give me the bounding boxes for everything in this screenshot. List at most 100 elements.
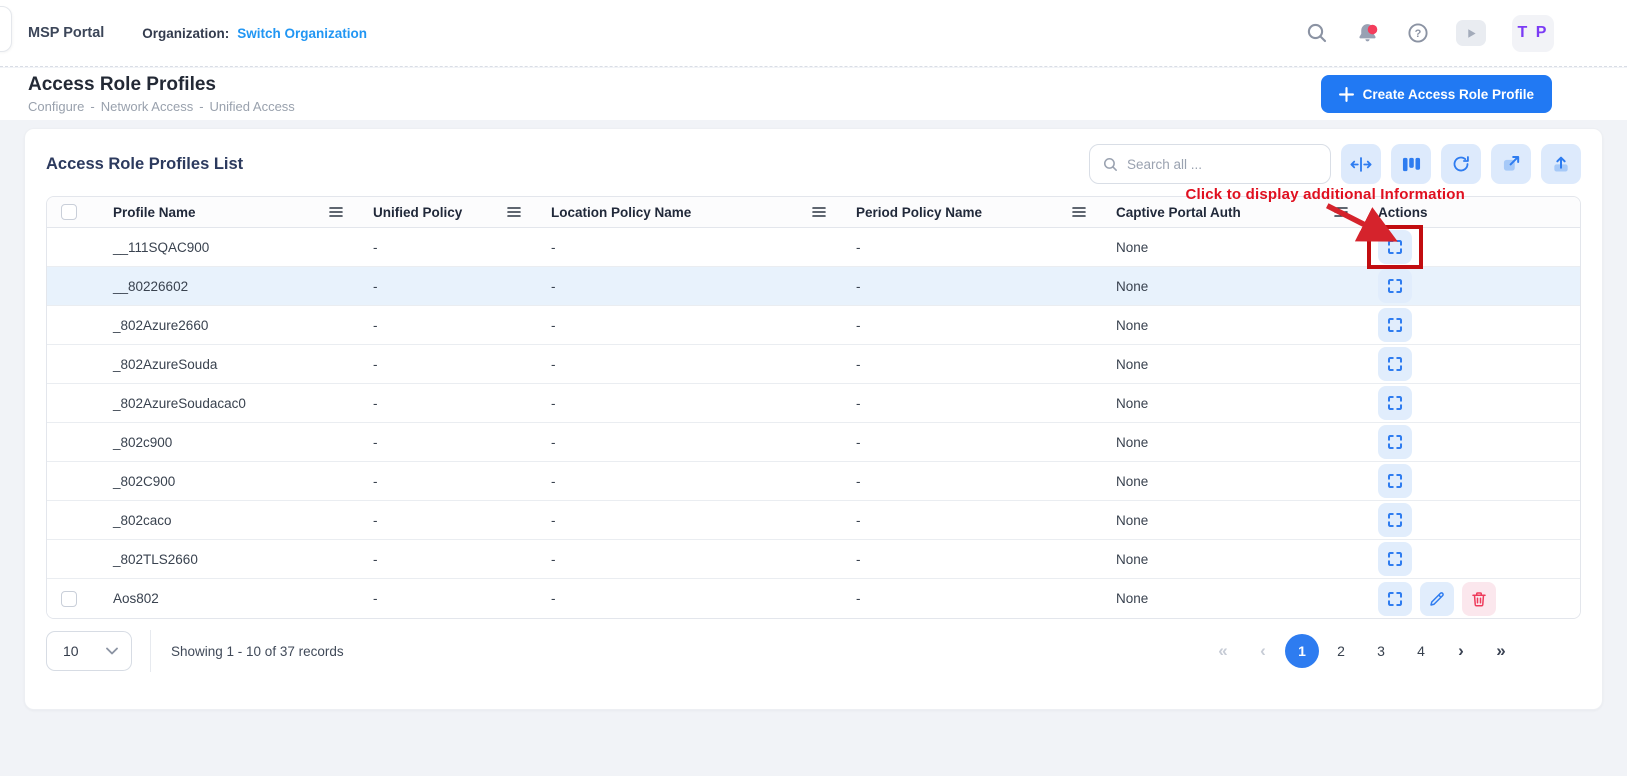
search-input-icon [1102,156,1119,173]
expand-icon [1386,316,1404,334]
row-checkbox[interactable] [61,591,77,607]
table-row[interactable]: _802TLS2660---None [47,540,1580,579]
column-menu-icon[interactable] [507,206,521,218]
export-button[interactable] [1541,144,1581,184]
first-page-button[interactable]: « [1205,633,1241,669]
select-all-checkbox[interactable] [61,204,77,220]
cell-period-policy-name: - [840,384,1100,423]
cell-actions [1362,579,1580,618]
page-button-2[interactable]: 2 [1323,633,1359,669]
page-button-4[interactable]: 4 [1403,633,1439,669]
tour-play-button[interactable] [1456,20,1486,46]
cell-actions [1362,306,1580,345]
search-box[interactable] [1089,144,1331,184]
columns-button[interactable] [1391,144,1431,184]
columns-icon [1402,155,1421,174]
table-row[interactable]: _802Azure2660---None [47,306,1580,345]
cell-actions [1362,267,1580,306]
page-size-select[interactable]: 10 [46,631,132,671]
expand-row-button[interactable] [1378,230,1412,264]
expand-row-button[interactable] [1378,386,1412,420]
plus-icon [1339,87,1354,102]
row-select-cell [47,501,97,540]
expand-row-button[interactable] [1378,503,1412,537]
cell-actions [1362,345,1580,384]
column-label: Profile Name [113,205,196,220]
expand-icon [1386,590,1404,608]
expand-row-button[interactable] [1378,542,1412,576]
profiles-card: Access Role Profiles List [24,128,1603,710]
next-page-button[interactable]: › [1443,633,1479,669]
expand-row-button[interactable] [1378,425,1412,459]
open-new-window-button[interactable] [1491,144,1531,184]
external-link-icon [1501,154,1521,174]
breadcrumb-item-network-access[interactable]: Network Access [101,99,193,114]
cell-profile-name: Aos802 [97,579,357,618]
refresh-button[interactable] [1441,144,1481,184]
cell-period-policy-name: - [840,423,1100,462]
delete-trash-icon [1470,590,1488,608]
column-label: Period Policy Name [856,205,982,220]
expand-row-button[interactable] [1378,464,1412,498]
fit-columns-button[interactable] [1341,144,1381,184]
page-button-1[interactable]: 1 [1285,634,1319,668]
search-input[interactable] [1127,157,1318,172]
table-row[interactable]: _802c900---None [47,423,1580,462]
cell-captive-portal-auth: None [1100,462,1362,501]
table-row[interactable]: _802C900---None [47,462,1580,501]
breadcrumb-item-unified-access[interactable]: Unified Access [210,99,295,114]
row-select-cell [47,267,97,306]
column-menu-icon[interactable] [329,206,343,218]
cell-period-policy-name: - [840,501,1100,540]
table-row[interactable]: _802AzureSoudacac0---None [47,384,1580,423]
table-row[interactable]: __80226602---None [47,267,1580,306]
table-row[interactable]: _802AzureSouda---None [47,345,1580,384]
prev-page-button[interactable]: ‹ [1245,633,1281,669]
cell-unified-policy: - [357,345,535,384]
expand-row-button[interactable] [1378,582,1412,616]
card-header: Access Role Profiles List [46,129,1581,184]
search-icon[interactable] [1305,21,1329,45]
switch-organization-link[interactable]: Switch Organization [237,26,367,41]
fit-columns-icon [1350,156,1372,173]
user-avatar[interactable]: T P [1512,15,1554,52]
cell-unified-policy: - [357,384,535,423]
column-label: Unified Policy [373,205,462,220]
records-summary: Showing 1 - 10 of 37 records [171,644,344,659]
expand-icon [1386,550,1404,568]
table-row[interactable]: __111SQAC900---None [47,228,1580,267]
cell-period-policy-name: - [840,540,1100,579]
delete-button[interactable] [1462,582,1496,616]
column-menu-icon[interactable] [812,206,826,218]
cell-captive-portal-auth: None [1100,501,1362,540]
help-icon[interactable]: ? [1406,21,1430,45]
notifications-bell-icon[interactable] [1355,21,1380,46]
row-select-cell [47,384,97,423]
row-select-cell [47,540,97,579]
column-menu-icon[interactable] [1072,206,1086,218]
create-access-role-profile-button[interactable]: Create Access Role Profile [1321,75,1552,113]
cell-captive-portal-auth: None [1100,540,1362,579]
expand-icon [1386,394,1404,412]
expand-row-button[interactable] [1378,269,1412,303]
expand-icon [1386,472,1404,490]
expand-row-button[interactable] [1378,347,1412,381]
table-row[interactable]: _802caco---None [47,501,1580,540]
cell-unified-policy: - [357,462,535,501]
edit-button[interactable] [1420,582,1454,616]
cell-location-policy-name: - [535,228,840,267]
column-menu-icon[interactable] [1334,206,1348,218]
breadcrumb-item-configure[interactable]: Configure [28,99,84,114]
cell-unified-policy: - [357,540,535,579]
topbar-actions: ? T P [1305,15,1554,52]
page-button-3[interactable]: 3 [1363,633,1399,669]
cell-captive-portal-auth: None [1100,579,1362,618]
last-page-button[interactable]: » [1483,633,1519,669]
cell-location-policy-name: - [535,306,840,345]
row-select-cell [47,462,97,501]
table-row[interactable]: Aos802---None [47,579,1580,618]
cell-profile-name: _802Azure2660 [97,306,357,345]
edit-pencil-icon [1428,590,1446,608]
upload-icon [1551,154,1571,174]
expand-row-button[interactable] [1378,308,1412,342]
